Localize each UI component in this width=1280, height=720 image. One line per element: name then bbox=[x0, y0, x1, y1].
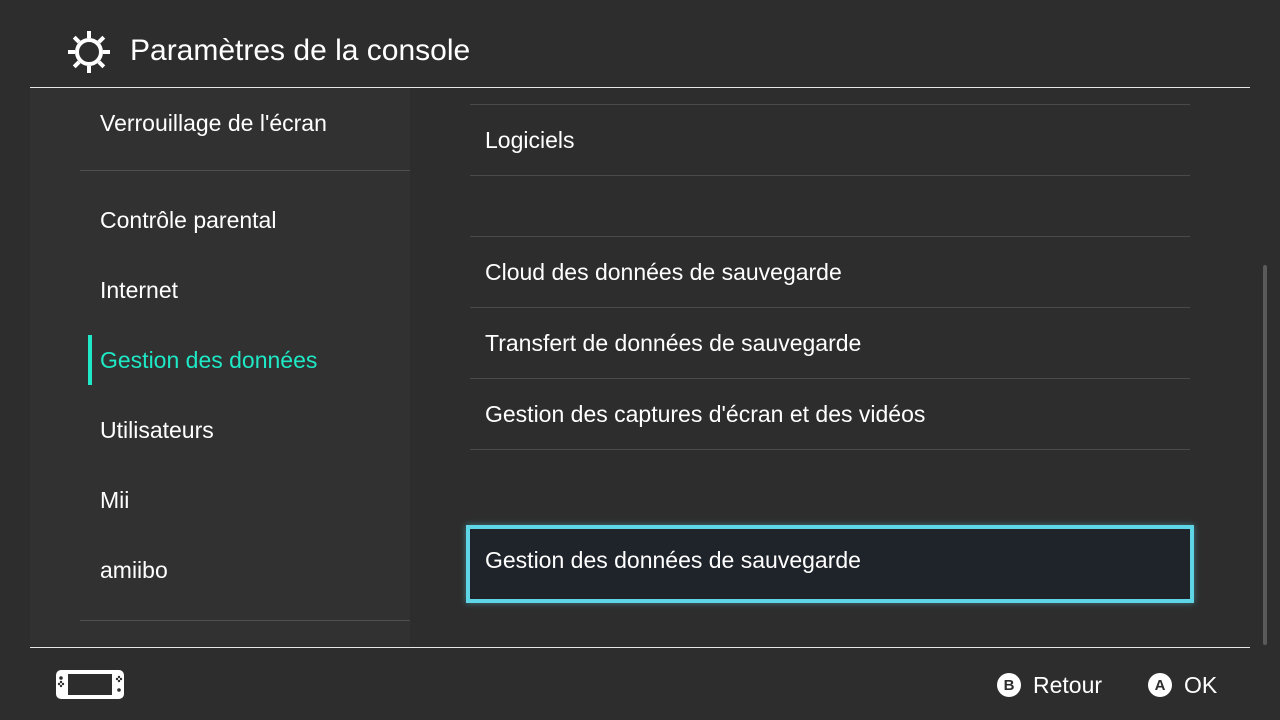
list-item-label: Transfert de données de sauvegarde bbox=[485, 330, 862, 356]
ok-label: OK bbox=[1184, 671, 1218, 698]
scrollbar[interactable] bbox=[1263, 265, 1267, 645]
sidebar-item-parental-controls[interactable]: Contrôle parental bbox=[100, 185, 410, 255]
list-item-save-data-management[interactable]: Gestion des données de sauvegarde bbox=[466, 525, 1194, 603]
back-button[interactable]: B Retour bbox=[997, 668, 1102, 702]
page-title: Paramètres de la console bbox=[130, 34, 471, 67]
a-button-icon: A bbox=[1148, 673, 1172, 697]
sidebar-item-data-management[interactable]: Gestion des données bbox=[100, 325, 410, 395]
list-divider bbox=[470, 449, 1190, 450]
list-item-label: Gestion des captures d'écran et des vidé… bbox=[485, 401, 926, 427]
list-item-save-data-transfer[interactable]: Transfert de données de sauvegarde bbox=[470, 308, 1190, 378]
content-list: Logiciels Cloud des données de sauvegard… bbox=[466, 88, 1194, 646]
list-item-label: Gestion des données de sauvegarde bbox=[485, 547, 861, 573]
sidebar-item-users[interactable]: Utilisateurs bbox=[100, 395, 410, 465]
handheld-console-icon bbox=[56, 670, 124, 699]
b-button-icon: B bbox=[997, 673, 1021, 697]
active-item-indicator bbox=[88, 335, 92, 385]
sidebar-item-amiibo[interactable]: amiibo bbox=[100, 535, 410, 605]
sidebar-item-internet[interactable]: Internet bbox=[100, 255, 410, 325]
sidebar: Verrouillage de l'écran Contrôle parenta… bbox=[30, 88, 410, 646]
list-item-label: Logiciels bbox=[485, 127, 575, 153]
sidebar-item-mii[interactable]: Mii bbox=[100, 465, 410, 535]
sidebar-divider bbox=[80, 620, 410, 621]
list-item-screenshot-video-management[interactable]: Gestion des captures d'écran et des vidé… bbox=[470, 379, 1190, 449]
list-item-label: Cloud des données de sauvegarde bbox=[485, 259, 842, 285]
ok-button[interactable]: A OK bbox=[1148, 668, 1217, 702]
sidebar-divider bbox=[80, 170, 410, 171]
header: Paramètres de la console bbox=[0, 0, 1280, 88]
back-label: Retour bbox=[1033, 671, 1103, 698]
list-item-software[interactable]: Logiciels bbox=[470, 105, 1190, 175]
list-item-save-data-cloud[interactable]: Cloud des données de sauvegarde bbox=[470, 237, 1190, 307]
gear-icon bbox=[68, 31, 110, 73]
list-divider bbox=[470, 175, 1190, 176]
footer-divider bbox=[30, 647, 1250, 648]
system-settings-screen: Paramètres de la console Verrouillage de… bbox=[0, 0, 1280, 720]
sidebar-item-screen-lock[interactable]: Verrouillage de l'écran bbox=[100, 88, 410, 158]
